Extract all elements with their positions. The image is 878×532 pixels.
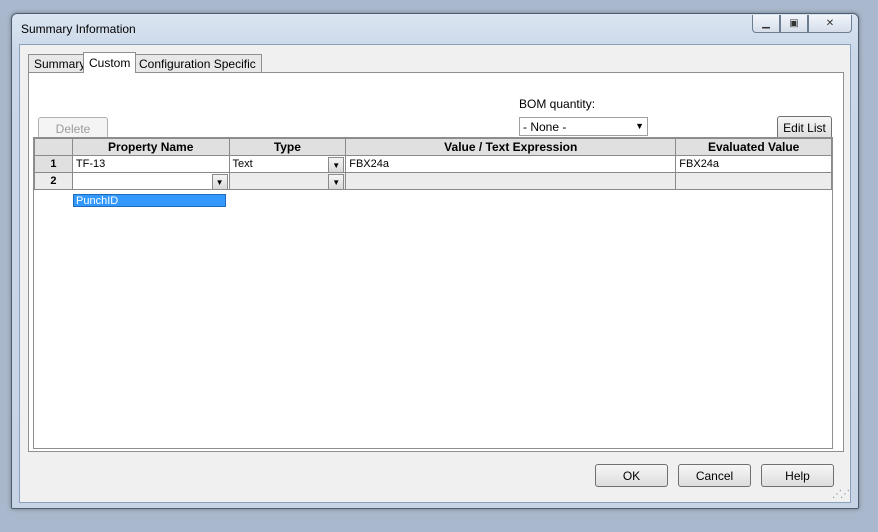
tab-summary[interactable]: Summary (28, 54, 92, 72)
properties-grid: Property Name Type Value / Text Expressi… (33, 137, 833, 449)
type-cell[interactable]: Text ▼ (228, 155, 347, 173)
close-button[interactable]: ✕ (808, 15, 852, 33)
bom-quantity-value: - None - (523, 119, 567, 134)
help-button[interactable]: Help (761, 464, 834, 487)
type-dropdown-button[interactable]: ▼ (328, 157, 345, 173)
cancel-button[interactable]: Cancel (678, 464, 751, 487)
column-header-evaluated-value[interactable]: Evaluated Value (675, 138, 832, 156)
table-row: 1 TF-13 Text ▼ FBX24a FBX24a (34, 155, 832, 173)
minimize-button[interactable]: ▁ (752, 15, 780, 33)
chevron-down-icon: ▼ (215, 177, 224, 187)
row-number[interactable]: 2 (34, 172, 73, 190)
grid-header-row: Property Name Type Value / Text Expressi… (34, 138, 832, 156)
table-row: 2 ▼ ▼ (34, 172, 832, 190)
tab-configuration-specific[interactable]: Configuration Specific (133, 54, 262, 72)
evaluated-value-cell: FBX24a (675, 155, 832, 173)
value-text: FBX24a (349, 158, 389, 170)
column-header-value[interactable]: Value / Text Expression (345, 138, 677, 156)
maximize-button[interactable]: ▣ (780, 15, 808, 33)
resize-grip-icon[interactable]: ⋰⋰ (832, 489, 850, 500)
evaluated-value-cell (675, 172, 832, 190)
property-name-cell[interactable]: TF-13 (71, 155, 230, 173)
minimize-icon: ▁ (762, 18, 770, 29)
property-name-dropdown-button[interactable]: ▼ (211, 174, 228, 190)
caption-buttons: ▁ ▣ ✕ (752, 15, 852, 33)
ok-button[interactable]: OK (595, 464, 668, 487)
property-name-cell[interactable]: ▼ (71, 172, 230, 190)
type-cell[interactable]: ▼ (228, 172, 347, 190)
chevron-down-icon: ▼ (332, 177, 341, 187)
column-header-type[interactable]: Type (228, 138, 347, 156)
property-name-text: TF-13 (75, 158, 106, 170)
custom-properties-panel: Delete BOM quantity: - None - ▼ Edit Lis… (28, 72, 844, 452)
tab-custom[interactable]: Custom (83, 52, 137, 73)
type-text: Text (232, 158, 253, 170)
edit-list-button[interactable]: Edit List (777, 116, 832, 139)
value-cell[interactable] (345, 172, 677, 190)
column-header-property-name[interactable]: Property Name (71, 138, 230, 156)
evaluated-value-text: FBX24a (679, 158, 720, 170)
summary-information-dialog: Summary Information ▁ ▣ ✕ Summary Custom… (11, 13, 859, 509)
row-number[interactable]: 1 (34, 155, 73, 173)
bom-quantity-label: BOM quantity: (519, 97, 596, 111)
chevron-down-icon: ▼ (332, 160, 341, 170)
close-icon: ✕ (825, 18, 835, 29)
bom-quantity-select[interactable]: - None - ▼ (519, 117, 648, 136)
value-cell[interactable]: FBX24a (345, 155, 677, 173)
row-number-header (34, 138, 73, 156)
chevron-down-icon: ▼ (635, 121, 644, 131)
maximize-icon: ▣ (789, 18, 799, 29)
property-name-suggestion-item[interactable]: PunchID (73, 194, 226, 207)
type-dropdown-button[interactable]: ▼ (328, 174, 345, 190)
window-title: Summary Information (21, 22, 136, 36)
dialog-client: Summary Custom Configuration Specific De… (19, 44, 851, 503)
